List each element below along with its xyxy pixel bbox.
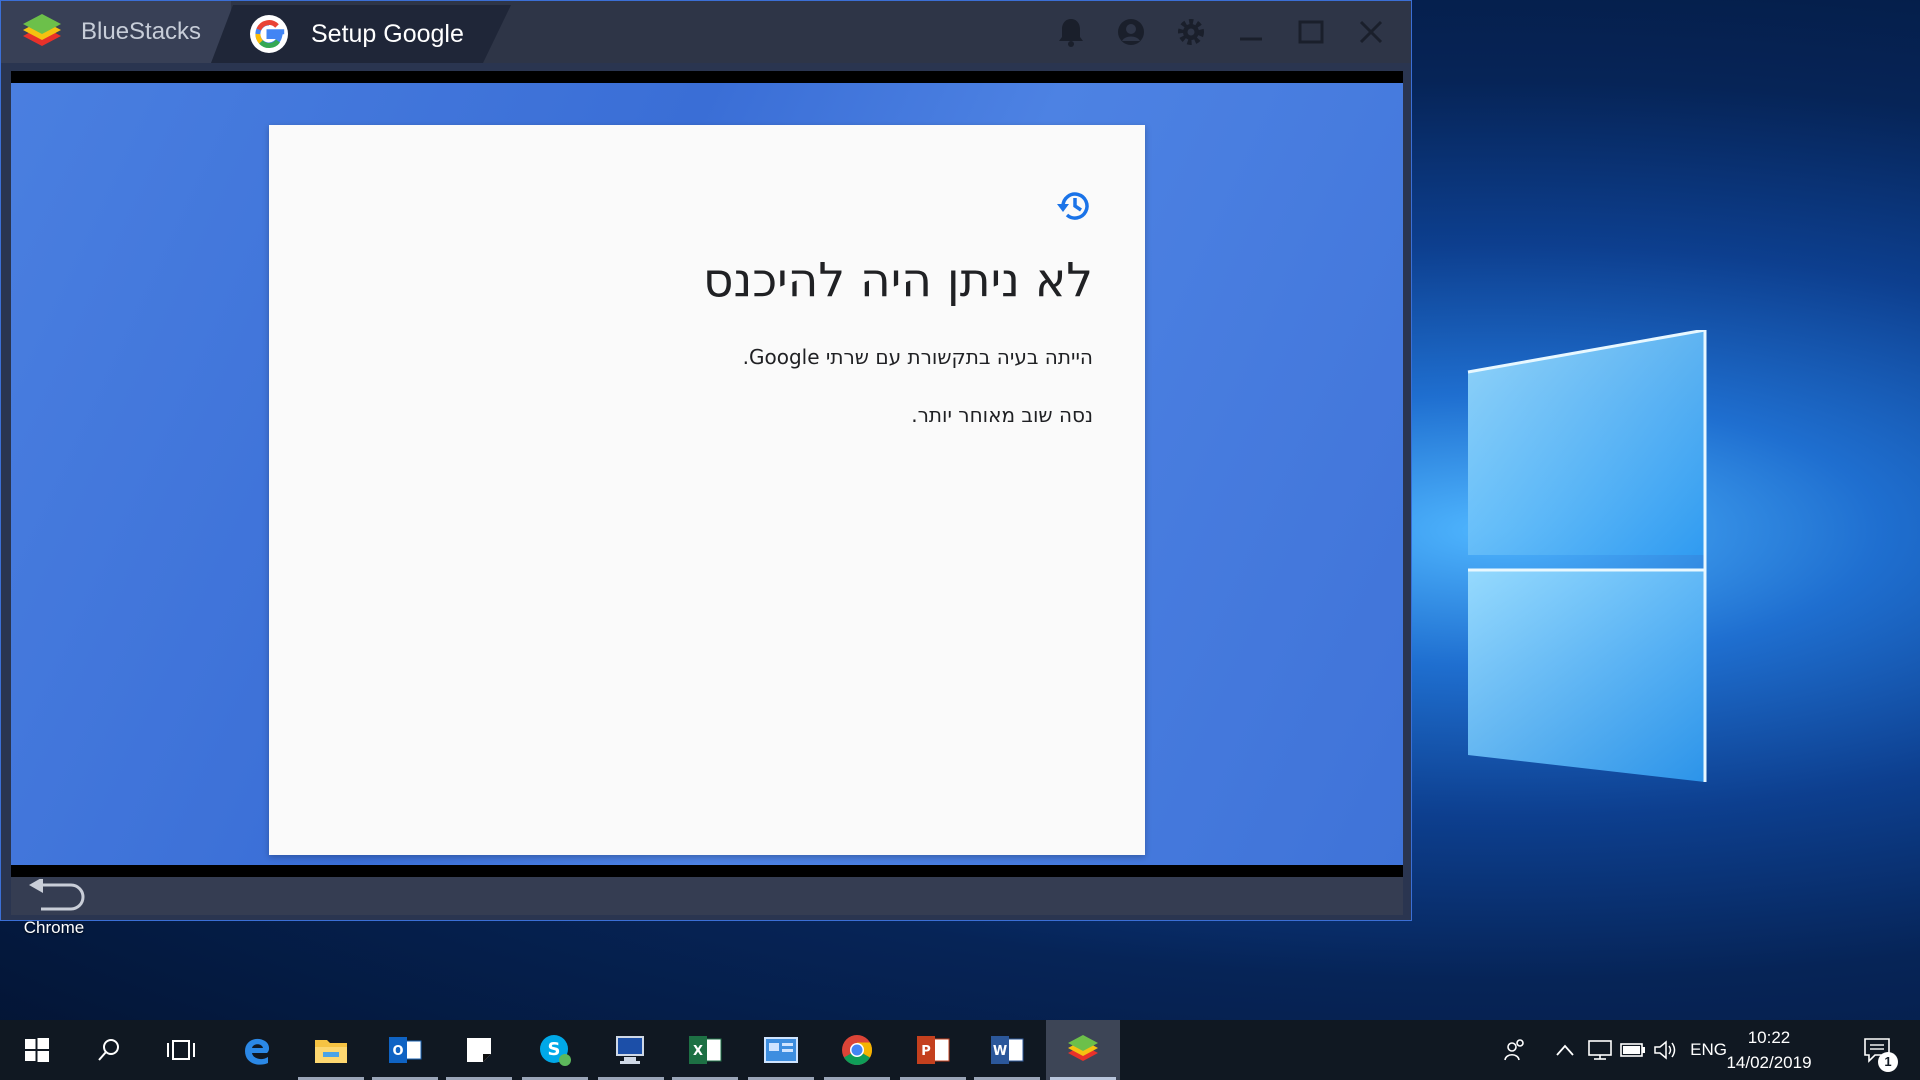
windows-logo-wallpaper [1380,330,1707,782]
bell-icon [1059,19,1083,47]
svg-text:X: X [693,1044,703,1059]
battery-button[interactable] [1618,1035,1648,1065]
remote-desktop-icon [616,1036,644,1064]
volume-button[interactable] [1650,1035,1680,1065]
word-icon: W [991,1036,1024,1064]
account-icon [1118,19,1144,45]
people-button[interactable] [1500,1035,1530,1065]
close-icon [1359,20,1383,44]
show-hidden-icons-button[interactable] [1550,1035,1580,1065]
volume-icon [1654,1040,1676,1060]
window-controls [1055,1,1387,63]
start-button[interactable] [0,1020,74,1080]
google-g-icon [249,14,289,54]
taskbar-powerpoint[interactable]: P [896,1020,970,1080]
settings-button[interactable] [1175,16,1207,48]
control-panel-icon [764,1037,798,1063]
gear-icon [1178,19,1204,45]
google-signin-error-card: לא ניתן היה להיכנס הייתה בעיה בתקשורת עם… [269,125,1145,855]
taskbar-excel[interactable]: X [668,1020,742,1080]
android-status-strip [11,71,1403,83]
edge-icon [245,1038,270,1065]
svg-text:W: W [993,1044,1007,1059]
skype-icon: S [540,1035,571,1066]
clock-date[interactable]: 14/02/2019 [1721,1053,1817,1073]
task-view-button[interactable] [144,1020,218,1080]
taskbar-chrome[interactable] [820,1020,894,1080]
task-view-icon [167,1040,195,1060]
taskbar-outlook[interactable]: O [368,1020,442,1080]
taskbar-bluestacks[interactable] [1046,1020,1120,1080]
search-icon [98,1039,119,1061]
taskbar-file-explorer[interactable] [294,1020,368,1080]
bluestacks-window: BlueStacks Setup Google לא ניתן היה להיכ… [0,0,1412,921]
retry-message: נסה שוב מאוחר יותר. [911,403,1093,427]
chrome-icon [842,1035,873,1066]
excel-icon: X [689,1036,722,1064]
notification-count-badge: 1 [1878,1052,1898,1072]
windows-start-icon [25,1038,49,1062]
notification-bell-button[interactable] [1055,16,1087,48]
svg-text:S: S [548,1039,561,1060]
network-button[interactable] [1585,1035,1615,1065]
chevron-up-icon [1556,1044,1574,1056]
folder-icon [315,1040,347,1063]
back-arrow-icon[interactable] [25,879,87,913]
tab-setup-google-label: Setup Google [311,19,464,48]
system-tray: ENG 10:22 14/02/2019 1 [1500,1020,1920,1080]
taskbar-skype[interactable]: S [518,1020,592,1080]
tab-setup-google[interactable]: Setup Google [211,5,511,63]
bluestacks-home-label: BlueStacks [81,18,202,45]
android-bottom-strip [11,865,1403,877]
search-button[interactable] [72,1020,146,1080]
maximize-icon [1298,20,1324,44]
taskbar-remote-desktop[interactable] [594,1020,668,1080]
network-icon [1588,1040,1612,1060]
android-screen: לא ניתן היה להיכנס הייתה בעיה בתקשורת עם… [11,83,1403,865]
close-button[interactable] [1355,16,1387,48]
taskbar-edge[interactable] [220,1020,294,1080]
bluestacks-taskbar-icon [1068,1035,1098,1061]
account-button[interactable] [1115,16,1147,48]
history-icon[interactable] [1055,187,1093,225]
svg-text:O: O [392,1044,403,1059]
battery-icon [1620,1043,1645,1057]
minimize-icon [1240,37,1262,41]
powerpoint-icon: P [917,1036,950,1064]
sticky-notes-icon [467,1038,491,1062]
windows-taskbar: O S X P W ENG 10:22 14/02/2019 1 [0,1020,1920,1080]
svg-text:P: P [921,1044,931,1059]
people-icon [1504,1039,1524,1061]
minimize-button[interactable] [1235,16,1267,48]
error-message: הייתה בעיה בתקשורת עם שרתי Google. [742,345,1093,369]
clock-time[interactable]: 10:22 [1721,1028,1817,1048]
maximize-button[interactable] [1295,16,1327,48]
taskbar-control-panel[interactable] [744,1020,818,1080]
outlook-icon: O [389,1037,422,1063]
android-navbar [11,877,1403,915]
page-title: לא ניתן היה להיכנס [703,253,1093,308]
bluestacks-titlebar: BlueStacks Setup Google [1,1,1411,63]
bluestacks-logo-icon [23,14,61,46]
bluestacks-home-tab[interactable]: BlueStacks [1,1,231,63]
taskbar-word[interactable]: W [970,1020,1044,1080]
taskbar-sticky-notes[interactable] [442,1020,516,1080]
desktop-shortcut-chrome[interactable]: Chrome [6,918,102,938]
